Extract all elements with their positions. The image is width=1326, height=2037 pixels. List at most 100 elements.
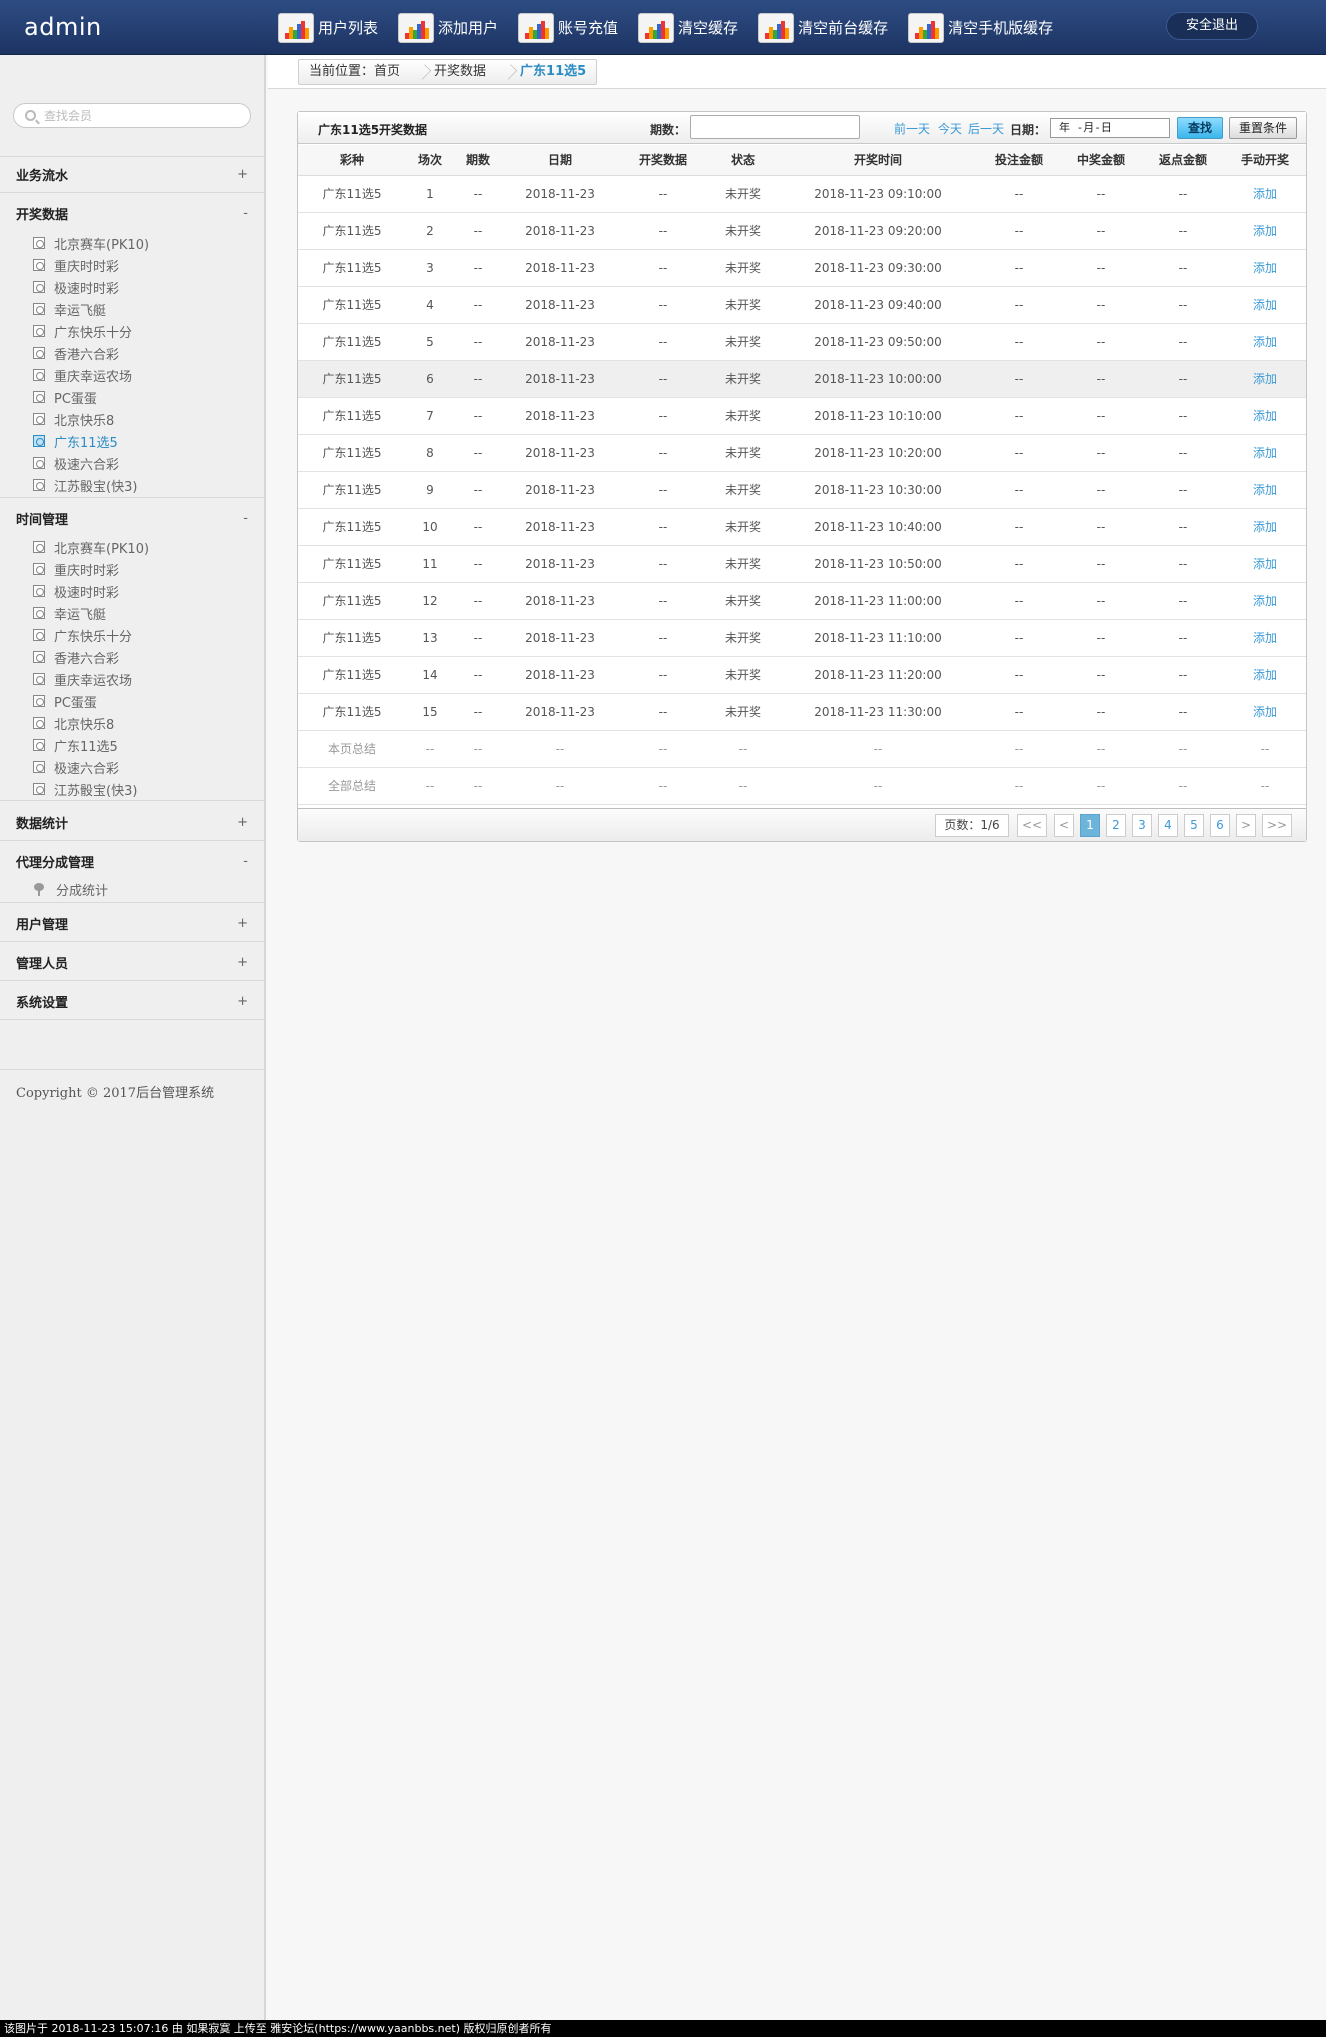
page-button-4[interactable]: 4: [1158, 814, 1178, 837]
breadcrumb-home[interactable]: 首页: [374, 64, 400, 79]
sidebar-section-2[interactable]: 时间管理 -: [0, 503, 264, 533]
section-toggle-icon[interactable]: -: [218, 206, 248, 221]
last-page-button[interactable]: >>: [1262, 814, 1292, 837]
breadcrumb-prefix-label: 当前位置：: [309, 64, 375, 79]
reset-conditions-button[interactable]: 重置条件: [1229, 117, 1297, 139]
topnav-item-5[interactable]: 清空手机版缓存: [908, 0, 1053, 55]
date-input[interactable]: 年 -月-日: [1050, 118, 1170, 138]
sidebar-item-draw-2[interactable]: 极速时时彩: [33, 277, 119, 297]
logout-button[interactable]: 安全退出: [1166, 12, 1258, 40]
add-draw-link[interactable]: 添加: [1224, 397, 1306, 435]
sidebar-item-draw-9[interactable]: 广东11选5: [33, 431, 118, 451]
add-draw-link[interactable]: 添加: [1224, 286, 1306, 324]
sidebar-item-agent-0[interactable]: 分成统计: [33, 879, 108, 899]
sidebar-section-label: 数据统计: [16, 816, 69, 832]
sidebar-item-draw-6[interactable]: 重庆幸运农场: [33, 365, 132, 385]
page-button-2[interactable]: 2: [1106, 814, 1126, 837]
table-cell: --: [1142, 656, 1224, 694]
add-draw-link[interactable]: 添加: [1224, 508, 1306, 546]
sidebar-item-time-8[interactable]: 北京快乐8: [33, 713, 114, 733]
section-toggle-icon[interactable]: +: [218, 167, 248, 182]
page-button-5[interactable]: 5: [1184, 814, 1204, 837]
add-draw-link[interactable]: 添加: [1224, 323, 1306, 361]
section-toggle-icon[interactable]: +: [218, 916, 248, 931]
sidebar-item-time-3[interactable]: 幸运飞艇: [33, 603, 106, 623]
page-button-3[interactable]: 3: [1132, 814, 1152, 837]
topnav-item-0[interactable]: 用户列表: [278, 0, 378, 55]
sidebar-section-7[interactable]: 系统设置 +: [0, 986, 264, 1016]
sidebar-item-draw-0[interactable]: 北京赛车(PK10): [33, 233, 149, 253]
table-cell: --: [1060, 249, 1142, 287]
topnav-item-3[interactable]: 清空缓存: [638, 0, 738, 55]
sidebar-item-label: 幸运飞艇: [54, 303, 107, 319]
sidebar-divider: [0, 941, 264, 942]
add-draw-link[interactable]: 添加: [1224, 175, 1306, 213]
table-cell: --: [1060, 545, 1142, 583]
sidebar-item-draw-3[interactable]: 幸运飞艇: [33, 299, 106, 319]
sidebar-item-draw-1[interactable]: 重庆时时彩: [33, 255, 119, 275]
next-page-button[interactable]: >: [1236, 814, 1256, 837]
section-toggle-icon[interactable]: +: [218, 815, 248, 830]
sidebar-section-5[interactable]: 用户管理 +: [0, 908, 264, 938]
add-draw-link[interactable]: 添加: [1224, 434, 1306, 472]
column-header: 彩种: [298, 145, 406, 176]
search-button[interactable]: 查找: [1177, 117, 1223, 139]
sidebar-item-draw-7[interactable]: PC蛋蛋: [33, 387, 97, 407]
section-toggle-icon[interactable]: +: [218, 994, 248, 1009]
sidebar-section-1[interactable]: 开奖数据 -: [0, 198, 264, 228]
sidebar-divider: [0, 902, 264, 903]
sidebar-item-draw-8[interactable]: 北京快乐8: [33, 409, 114, 429]
sidebar-item-time-7[interactable]: PC蛋蛋: [33, 691, 97, 711]
sidebar-item-time-11[interactable]: 江苏骰宝(快3): [33, 779, 137, 799]
sidebar-item-time-0[interactable]: 北京赛车(PK10): [33, 537, 149, 557]
add-draw-link[interactable]: 添加: [1224, 545, 1306, 583]
add-draw-link[interactable]: 添加: [1224, 693, 1306, 731]
sidebar-item-draw-10[interactable]: 极速六合彩: [33, 453, 119, 473]
topnav-item-4[interactable]: 清空前台缓存: [758, 0, 888, 55]
sidebar-item-time-10[interactable]: 极速六合彩: [33, 757, 119, 777]
section-toggle-icon[interactable]: -: [218, 511, 248, 526]
add-draw-link[interactable]: 添加: [1224, 249, 1306, 287]
bar-chart-icon: [908, 12, 945, 43]
sidebar-item-draw-5[interactable]: 香港六合彩: [33, 343, 119, 363]
topnav-item-2[interactable]: 账号充值: [518, 0, 618, 55]
sidebar-item-time-1[interactable]: 重庆时时彩: [33, 559, 119, 579]
sidebar-item-time-4[interactable]: 广东快乐十分: [33, 625, 132, 645]
sidebar-section-6[interactable]: 管理人员 +: [0, 947, 264, 977]
sidebar-item-draw-11[interactable]: 江苏骰宝(快3): [33, 475, 137, 495]
sidebar-item-time-2[interactable]: 极速时时彩: [33, 581, 119, 601]
table-cell: --: [618, 397, 708, 435]
page-button-6[interactable]: 6: [1210, 814, 1230, 837]
period-input[interactable]: [690, 115, 860, 139]
sidebar-item-draw-4[interactable]: 广东快乐十分: [33, 321, 132, 341]
add-draw-link[interactable]: 添加: [1224, 471, 1306, 509]
sidebar-item-time-9[interactable]: 广东11选5: [33, 735, 118, 755]
section-toggle-icon[interactable]: -: [218, 854, 248, 869]
member-search: [13, 103, 251, 128]
add-draw-link[interactable]: 添加: [1224, 360, 1306, 398]
sidebar-item-label: 江苏骰宝(快3): [54, 479, 138, 495]
add-draw-link[interactable]: 添加: [1224, 582, 1306, 620]
today-link[interactable]: 今天: [938, 120, 962, 137]
first-page-button[interactable]: <<: [1017, 814, 1047, 837]
sidebar-item-time-5[interactable]: 香港六合彩: [33, 647, 119, 667]
table-cell: --: [1142, 360, 1224, 398]
next-day-link[interactable]: 后一天: [968, 120, 1004, 137]
prev-page-button[interactable]: <: [1054, 814, 1074, 837]
add-draw-link[interactable]: 添加: [1224, 656, 1306, 694]
bar-chart-icon: [518, 12, 555, 43]
sidebar-item-time-6[interactable]: 重庆幸运农场: [33, 669, 132, 689]
add-draw-link[interactable]: 添加: [1224, 619, 1306, 657]
member-search-input[interactable]: [44, 106, 244, 125]
topnav-item-1[interactable]: 添加用户: [398, 0, 498, 55]
sidebar-section-0[interactable]: 业务流水 +: [0, 159, 264, 189]
table-cell: 2: [406, 212, 454, 250]
sidebar-section-3[interactable]: 数据统计 +: [0, 807, 264, 837]
page-button-1[interactable]: 1: [1080, 814, 1100, 837]
breadcrumb-section[interactable]: 开奖数据: [424, 60, 496, 84]
section-toggle-icon[interactable]: +: [218, 955, 248, 970]
sidebar-section-4[interactable]: 代理分成管理 -: [0, 846, 264, 876]
prev-day-link[interactable]: 前一天: [894, 120, 930, 137]
table-cell: 未开奖: [708, 212, 778, 250]
add-draw-link[interactable]: 添加: [1224, 212, 1306, 250]
